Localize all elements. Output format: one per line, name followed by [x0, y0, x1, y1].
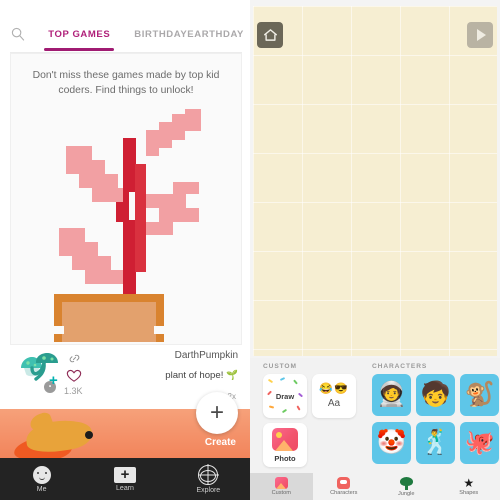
photo-icon	[272, 428, 298, 451]
custom-tile-text[interactable]: 😂😎 Aa	[312, 374, 356, 418]
add-friend-icon[interactable]: +	[49, 373, 58, 388]
palette-tab-shapes[interactable]: ★ Shapes	[438, 473, 500, 500]
custom-tile-draw-label: Draw	[275, 392, 295, 401]
nav-item-explore-label: Explore	[196, 486, 221, 494]
character-octopus[interactable]: 🐙	[460, 422, 499, 464]
face-icon	[32, 465, 51, 484]
top-tabbar: TOP GAMES BIRTHDAYEARTHDAY	[0, 16, 250, 52]
nav-item-learn-label: Learn	[116, 484, 134, 492]
nav-item-learn[interactable]: + Learn	[83, 458, 166, 500]
asset-palette: CUSTOM CHARACTERS Draw 😂😎 Aa	[250, 358, 500, 500]
palette-tab-jungle-label: Jungle	[398, 490, 415, 497]
photo-icon	[274, 477, 288, 489]
nav-item-explore[interactable]: Explore	[167, 458, 250, 500]
pixel-plant-artwork	[11, 102, 241, 344]
post-username[interactable]: DarthPumpkin	[175, 350, 238, 361]
character-emoji: 🐒	[464, 381, 495, 408]
character-clown[interactable]: 🤡	[372, 422, 411, 464]
character-emoji: 🧒	[420, 381, 451, 408]
custom-tile-text-label: Aa	[327, 398, 341, 409]
tab-top-games[interactable]: TOP GAMES	[42, 28, 116, 51]
section-title-custom: CUSTOM	[263, 363, 297, 370]
character-emoji: 🐙	[464, 429, 495, 456]
fish-eye	[85, 431, 93, 439]
play-button[interactable]	[467, 22, 493, 48]
palette-tab-characters-label: Characters	[330, 490, 358, 496]
custom-tile-photo[interactable]: Photo	[263, 423, 307, 467]
character-emoji: 🧑‍🚀	[376, 381, 407, 408]
post-caption: plant of hope! 🌱	[165, 370, 238, 381]
tab-active-underline	[44, 48, 115, 51]
characters-grid: 🧑‍🚀 🧒 🐒 🤡 🕺 🐙	[372, 374, 499, 467]
palette-tab-custom[interactable]: Custom	[250, 473, 313, 500]
project-canvas[interactable]	[253, 6, 497, 356]
palette-tab-shapes-label: Shapes	[459, 490, 479, 496]
character-astronaut[interactable]: 🧑‍🚀	[372, 374, 411, 416]
tree-icon	[399, 476, 413, 490]
home-button[interactable]	[257, 22, 283, 48]
text-emoji-icon: 😂😎	[319, 383, 349, 395]
search-icon[interactable]	[8, 27, 28, 41]
play-icon	[476, 29, 486, 41]
palette-tab-custom-label: Custom	[271, 490, 291, 496]
card-caption: Don't miss these games made by top kid c…	[32, 70, 220, 96]
character-emoji: 🕺	[420, 429, 451, 456]
section-title-characters: CHARACTERS	[372, 363, 428, 370]
right-editor-panel: CUSTOM CHARACTERS Draw 😂😎 Aa	[250, 0, 500, 500]
character-robot-kid[interactable]: 🕺	[416, 422, 455, 464]
like-count: 1.3K	[64, 386, 83, 396]
palette-tab-characters[interactable]: Characters	[313, 473, 376, 500]
character-kid-hoodie[interactable]: 🧒	[416, 374, 455, 416]
custom-tile-photo-label: Photo	[274, 454, 296, 463]
star-icon: ★	[463, 476, 475, 490]
app-screenshot: TOP GAMES BIRTHDAYEARTHDAY Don't miss th…	[0, 0, 500, 500]
left-app-panel: TOP GAMES BIRTHDAYEARTHDAY Don't miss th…	[0, 0, 250, 500]
globe-icon	[198, 464, 219, 485]
home-icon	[263, 29, 277, 41]
palette-tabbar: Custom Characters Jungle ★ Shapes	[250, 473, 500, 500]
character-monkey[interactable]: 🐒	[460, 374, 499, 416]
nav-item-me-label: Me	[36, 485, 47, 493]
bottom-nav: Me + Learn Explore	[0, 458, 250, 500]
plus-icon: +	[209, 399, 224, 426]
tab-birthdayearthday[interactable]: BIRTHDAYEARTHDAY	[128, 29, 250, 40]
palette-tab-jungle[interactable]: Jungle	[375, 473, 438, 500]
character-icon	[337, 477, 351, 489]
create-label: Create	[204, 437, 236, 448]
nav-item-me[interactable]: Me	[0, 458, 83, 500]
plus-box-icon: +	[113, 466, 136, 483]
custom-tile-draw[interactable]: Draw	[263, 374, 307, 418]
character-emoji: 🤡	[376, 429, 407, 456]
heart-icon[interactable]	[66, 368, 82, 388]
tab-birthdayearthday-label: BIRTHDAYEARTHDAY	[134, 28, 244, 40]
create-button[interactable]: +	[196, 392, 238, 434]
game-card[interactable]: Don't miss these games made by top kid c…	[10, 53, 242, 345]
tab-top-games-label: TOP GAMES	[48, 28, 111, 40]
